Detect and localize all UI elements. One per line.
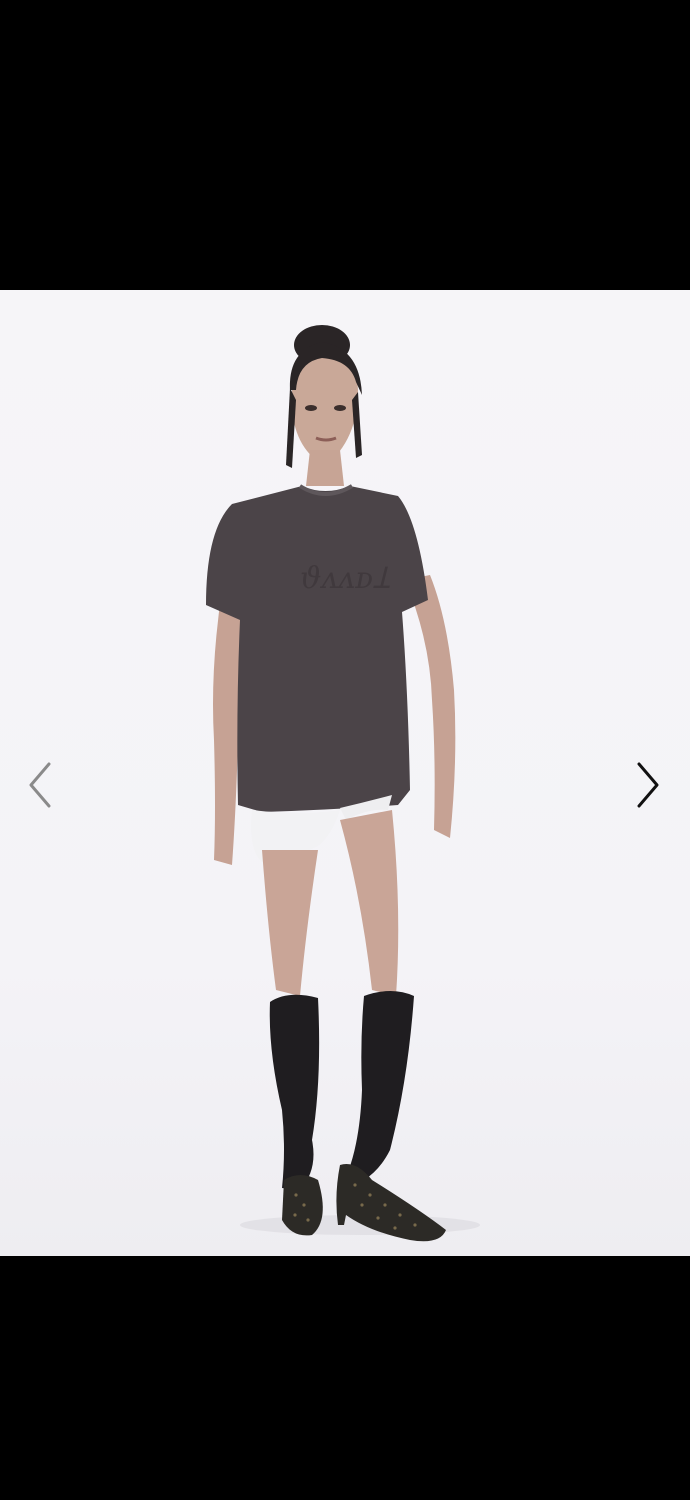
arm-right	[405, 575, 456, 838]
hair-strand-left	[286, 388, 296, 468]
sock-left	[269, 994, 320, 1190]
bottom-letterbox	[0, 1256, 690, 1500]
leg-left	[262, 850, 318, 996]
previous-image-button[interactable]	[10, 745, 70, 825]
neck	[306, 450, 344, 486]
sock-right	[348, 991, 414, 1180]
chevron-right-icon	[637, 762, 659, 808]
eye-right	[334, 405, 346, 411]
chevron-left-icon	[29, 762, 51, 808]
top-letterbox	[0, 0, 690, 290]
shoe-left	[282, 1175, 323, 1236]
image-viewer: ϑᴧᴧᴅꞱ	[0, 0, 690, 1500]
model-illustration: ϑᴧᴧᴅꞱ	[206, 325, 480, 1242]
tshirt-print: ϑᴧᴧᴅꞱ	[300, 561, 390, 596]
hair-strand-right	[352, 392, 362, 458]
next-image-button[interactable]	[618, 745, 678, 825]
leg-right	[340, 810, 399, 996]
product-photo[interactable]: ϑᴧᴧᴅꞱ	[0, 290, 690, 1256]
eye-left	[305, 405, 317, 411]
tshirt	[206, 486, 428, 812]
